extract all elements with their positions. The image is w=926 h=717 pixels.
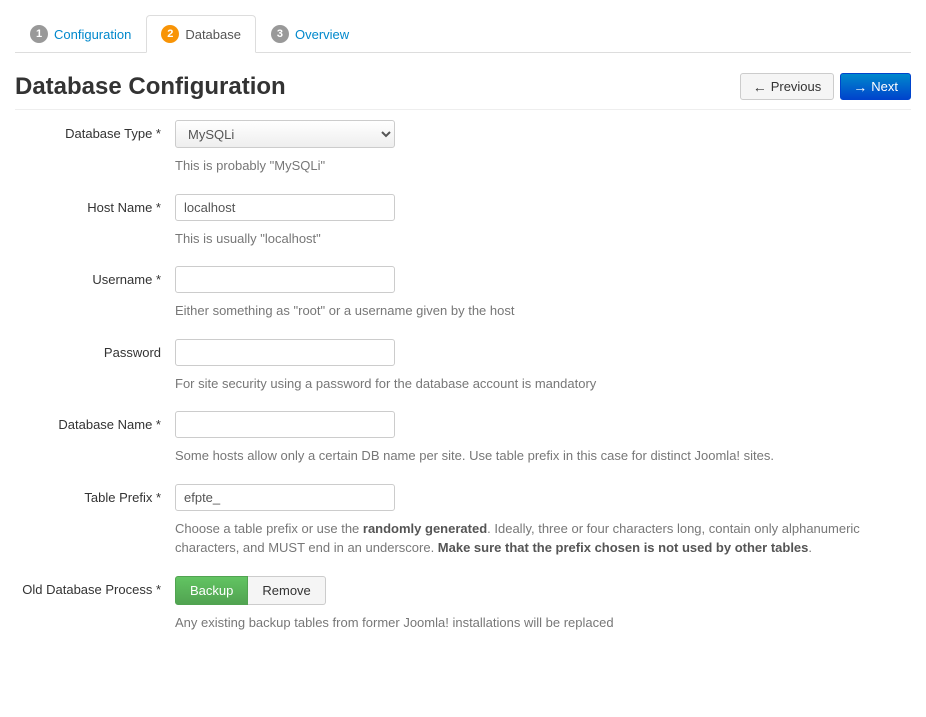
input-password[interactable] [175, 339, 395, 366]
label-dbname: Database Name * [15, 411, 175, 432]
row-username: Username * Either something as "root" or… [15, 266, 911, 321]
header-row: Database Configuration ← Previous → Next [15, 73, 911, 110]
backup-button[interactable]: Backup [175, 576, 248, 605]
label-username: Username * [15, 266, 175, 287]
tab-label-1: Configuration [54, 27, 131, 42]
label-prefix: Table Prefix * [15, 484, 175, 505]
previous-button[interactable]: ← Previous [740, 73, 835, 100]
select-dbtype[interactable]: MySQLi [175, 120, 395, 148]
control-prefix: Choose a table prefix or use the randoml… [175, 484, 911, 558]
row-hostname: Host Name * This is usually "localhost" [15, 194, 911, 249]
label-olddb: Old Database Process * [15, 576, 175, 597]
tab-badge-1: 1 [30, 25, 48, 43]
row-olddb: Old Database Process * Backup Remove Any… [15, 576, 911, 633]
tab-badge-2: 2 [161, 25, 179, 43]
control-hostname: This is usually "localhost" [175, 194, 911, 249]
tab-configuration[interactable]: 1 Configuration [15, 15, 146, 53]
help-dbname: Some hosts allow only a certain DB name … [175, 446, 911, 466]
label-dbtype: Database Type * [15, 120, 175, 141]
input-prefix[interactable] [175, 484, 395, 511]
arrow-right-icon: → [853, 80, 867, 94]
help-dbtype: This is probably "MySQLi" [175, 156, 911, 176]
input-username[interactable] [175, 266, 395, 293]
control-dbname: Some hosts allow only a certain DB name … [175, 411, 911, 466]
help-prefix: Choose a table prefix or use the randoml… [175, 519, 911, 558]
tab-badge-3: 3 [271, 25, 289, 43]
step-tabs: 1 Configuration 2 Database 3 Overview [15, 15, 911, 53]
row-prefix: Table Prefix * Choose a table prefix or … [15, 484, 911, 558]
nav-buttons: ← Previous → Next [740, 73, 911, 100]
label-password: Password [15, 339, 175, 360]
input-dbname[interactable] [175, 411, 395, 438]
control-dbtype: MySQLi This is probably "MySQLi" [175, 120, 911, 176]
tab-overview[interactable]: 3 Overview [256, 15, 364, 53]
arrow-left-icon: ← [753, 80, 767, 94]
control-password: For site security using a password for t… [175, 339, 911, 394]
remove-button[interactable]: Remove [248, 576, 325, 605]
row-dbname: Database Name * Some hosts allow only a … [15, 411, 911, 466]
row-password: Password For site security using a passw… [15, 339, 911, 394]
row-dbtype: Database Type * MySQLi This is probably … [15, 120, 911, 176]
page-title: Database Configuration [15, 73, 286, 101]
label-hostname: Host Name * [15, 194, 175, 215]
previous-label: Previous [771, 79, 822, 94]
next-label: Next [871, 79, 898, 94]
help-password: For site security using a password for t… [175, 374, 911, 394]
help-hostname: This is usually "localhost" [175, 229, 911, 249]
control-username: Either something as "root" or a username… [175, 266, 911, 321]
help-username: Either something as "root" or a username… [175, 301, 911, 321]
next-button[interactable]: → Next [840, 73, 911, 100]
control-olddb: Backup Remove Any existing backup tables… [175, 576, 911, 633]
olddb-toggle: Backup Remove [175, 576, 326, 605]
tab-label-3: Overview [295, 27, 349, 42]
tab-label-2: Database [185, 27, 241, 42]
input-hostname[interactable] [175, 194, 395, 221]
help-olddb: Any existing backup tables from former J… [175, 613, 911, 633]
tab-database[interactable]: 2 Database [146, 15, 256, 53]
